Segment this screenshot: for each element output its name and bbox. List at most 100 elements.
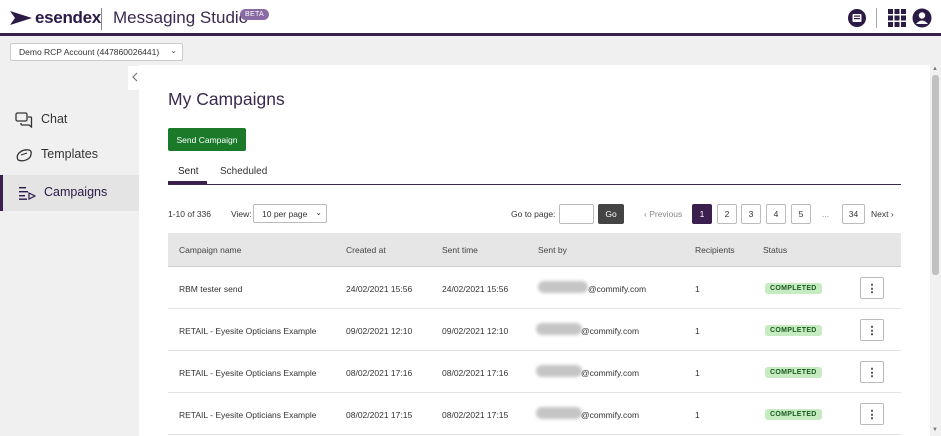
sent-by-domain: @commify.com bbox=[581, 410, 640, 420]
created-at: 09/02/2021 12:10 bbox=[346, 326, 413, 336]
page-button-4[interactable]: 4 bbox=[766, 204, 786, 224]
send-campaign-button[interactable]: Send Campaign bbox=[168, 128, 246, 151]
user-account-icon[interactable] bbox=[912, 8, 932, 28]
main-content: My Campaigns Send Campaign Sent Schedule… bbox=[139, 65, 930, 436]
created-at: 24/02/2021 15:56 bbox=[346, 284, 413, 294]
tab-sent[interactable]: Sent bbox=[178, 166, 199, 177]
row-actions-button[interactable]: ⋮ bbox=[860, 403, 884, 425]
recipients-count: 1 bbox=[695, 410, 700, 420]
column-header[interactable]: Campaign name bbox=[179, 245, 241, 255]
logo-text: esendex bbox=[35, 8, 101, 27]
sidebar: Chat Templates Campaigns bbox=[0, 65, 139, 436]
recipients-count: 1 bbox=[695, 368, 700, 378]
sent-by-domain: @commify.com bbox=[581, 326, 640, 336]
table-row[interactable]: RETAIL - Eyesite Opticians Example 08/02… bbox=[168, 351, 901, 393]
top-bar: esendex Messaging Studio BETA bbox=[0, 0, 941, 36]
pagination-ellipsis: ... bbox=[822, 209, 830, 219]
esendex-arrow-icon bbox=[10, 11, 32, 25]
recipients-count: 1 bbox=[695, 284, 700, 294]
next-page-link[interactable]: Next › bbox=[871, 209, 894, 219]
account-bar: Demo RCP Account (447860026441) ⌄ bbox=[0, 39, 941, 65]
chevron-left-icon bbox=[132, 72, 138, 82]
page-button-2[interactable]: 2 bbox=[717, 204, 737, 224]
column-header[interactable]: Sent by bbox=[538, 245, 567, 255]
page-button-3[interactable]: 3 bbox=[741, 204, 761, 224]
templates-icon bbox=[15, 147, 33, 163]
esendex-logo[interactable]: esendex bbox=[10, 8, 101, 27]
brand-divider bbox=[101, 8, 102, 30]
chevron-right-icon: › bbox=[888, 209, 894, 219]
active-tab-indicator bbox=[168, 181, 207, 184]
status-badge: COMPLETED bbox=[765, 367, 822, 378]
row-actions-button[interactable]: ⋮ bbox=[860, 277, 884, 299]
chat-bubbles-icon bbox=[15, 112, 33, 129]
created-at: 08/02/2021 17:15 bbox=[346, 410, 413, 420]
goto-page-input[interactable] bbox=[559, 204, 594, 224]
view-label: View: bbox=[231, 209, 252, 219]
redacted-email bbox=[538, 281, 588, 293]
sent-by-domain: @commify.com bbox=[588, 284, 647, 294]
page-button-5[interactable]: 5 bbox=[791, 204, 811, 224]
previous-label: Previous bbox=[649, 209, 683, 219]
account-select-value: Demo RCP Account (447860026441) bbox=[19, 47, 160, 57]
previous-page-link[interactable]: ‹ Previous bbox=[644, 209, 682, 219]
goto-page-label: Go to page: bbox=[511, 209, 556, 219]
account-select[interactable]: Demo RCP Account (447860026441) ⌄ bbox=[10, 43, 183, 61]
sidebar-item-templates[interactable]: Templates bbox=[0, 137, 139, 173]
sent-time: 08/02/2021 17:15 bbox=[442, 410, 509, 420]
results-range: 1-10 of 336 bbox=[168, 209, 212, 219]
app-title: Messaging Studio bbox=[113, 8, 249, 27]
next-label: Next bbox=[871, 209, 889, 219]
table-row[interactable]: RETAIL - Eyesite Opticians Example 09/02… bbox=[168, 309, 901, 351]
table-header: Campaign name Created at Sent time Sent … bbox=[168, 233, 901, 267]
sidebar-item-label: Chat bbox=[41, 112, 68, 126]
tab-bar: Sent Scheduled bbox=[168, 162, 901, 185]
sent-time: 08/02/2021 17:16 bbox=[442, 368, 509, 378]
sidebar-collapse-button[interactable] bbox=[128, 66, 139, 90]
redacted-email bbox=[536, 323, 582, 335]
redacted-email bbox=[536, 365, 582, 377]
page-scrollbar[interactable]: ▲ ▼ bbox=[930, 65, 941, 436]
row-actions-button[interactable]: ⋮ bbox=[860, 319, 884, 341]
scroll-down-icon[interactable]: ▼ bbox=[932, 427, 938, 433]
sidebar-item-chat[interactable]: Chat bbox=[0, 102, 139, 138]
scrollbar-thumb[interactable] bbox=[932, 75, 939, 275]
page-button-1[interactable]: 1 bbox=[692, 204, 712, 224]
recipients-count: 1 bbox=[695, 326, 700, 336]
table-row[interactable]: RETAIL - Eyesite Opticians Example 08/02… bbox=[168, 393, 901, 435]
column-header[interactable]: Created at bbox=[346, 245, 386, 255]
sidebar-item-label: Templates bbox=[41, 147, 98, 161]
sent-time: 24/02/2021 15:56 bbox=[442, 284, 509, 294]
campaign-name: RETAIL - Eyesite Opticians Example bbox=[179, 410, 317, 420]
sent-by-domain: @commify.com bbox=[581, 368, 640, 378]
go-button[interactable]: Go bbox=[598, 204, 624, 224]
chevron-down-icon: ⌄ bbox=[170, 46, 177, 55]
redacted-email bbox=[536, 407, 582, 419]
table-row[interactable]: RBM tester send 24/02/2021 15:56 24/02/2… bbox=[168, 267, 901, 309]
campaigns-list-icon bbox=[18, 185, 37, 201]
created-at: 08/02/2021 17:16 bbox=[346, 368, 413, 378]
status-badge: COMPLETED bbox=[765, 283, 822, 294]
sidebar-item-label: Campaigns bbox=[44, 185, 108, 199]
column-header[interactable]: Status bbox=[763, 245, 787, 255]
page-title: My Campaigns bbox=[168, 89, 285, 109]
status-badge: COMPLETED bbox=[765, 409, 822, 420]
contact-card-icon[interactable] bbox=[847, 8, 867, 28]
beta-badge: BETA bbox=[240, 9, 269, 20]
status-badge: COMPLETED bbox=[765, 325, 822, 336]
page-size-value: 10 per page bbox=[262, 209, 308, 219]
scroll-up-icon[interactable]: ▲ bbox=[932, 66, 938, 72]
grid-apps-icon[interactable] bbox=[887, 8, 907, 28]
campaign-name: RBM tester send bbox=[179, 284, 243, 294]
page-size-select[interactable]: 10 per page ⌄ bbox=[253, 204, 327, 223]
tab-scheduled[interactable]: Scheduled bbox=[220, 166, 267, 177]
column-header[interactable]: Sent time bbox=[442, 245, 478, 255]
campaign-name: RETAIL - Eyesite Opticians Example bbox=[179, 368, 317, 378]
row-actions-button[interactable]: ⋮ bbox=[860, 361, 884, 383]
page-button-last[interactable]: 34 bbox=[842, 204, 865, 224]
sent-time: 09/02/2021 12:10 bbox=[442, 326, 509, 336]
chevron-down-icon: ⌄ bbox=[315, 208, 322, 217]
sidebar-item-campaigns[interactable]: Campaigns bbox=[0, 175, 139, 211]
header-divider bbox=[876, 8, 877, 28]
column-header[interactable]: Recipients bbox=[695, 245, 735, 255]
